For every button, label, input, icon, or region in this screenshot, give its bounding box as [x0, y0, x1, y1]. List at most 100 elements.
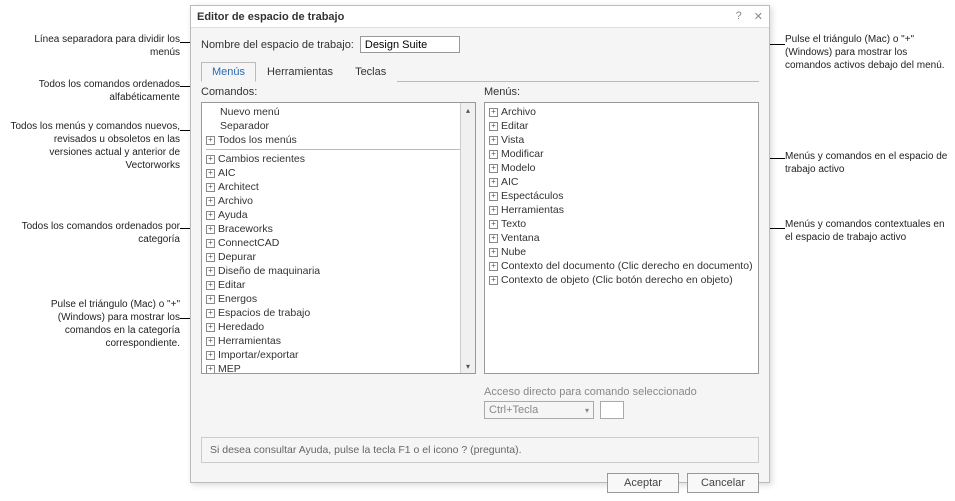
- command-category-item[interactable]: +Importar/exportar: [206, 348, 471, 362]
- command-category-item[interactable]: +Heredado: [206, 320, 471, 334]
- command-top-item[interactable]: Separador: [206, 119, 471, 133]
- command-item-label: ConnectCAD: [218, 237, 279, 249]
- command-category-item[interactable]: +Archivo: [206, 194, 471, 208]
- command-category-item[interactable]: +Ayuda: [206, 208, 471, 222]
- expander-icon[interactable]: +: [206, 239, 215, 248]
- command-item-label: MEP: [218, 363, 241, 373]
- expander-icon[interactable]: +: [206, 183, 215, 192]
- expander-icon[interactable]: +: [489, 108, 498, 117]
- menu-item[interactable]: +Vista: [489, 133, 754, 147]
- menu-item[interactable]: +Modificar: [489, 147, 754, 161]
- command-item-label: Todos los menús: [218, 134, 297, 146]
- context-menu-item[interactable]: +Contexto del documento (Clic derecho en…: [489, 259, 754, 273]
- command-category-item[interactable]: +Editar: [206, 278, 471, 292]
- command-category-item[interactable]: +Braceworks: [206, 222, 471, 236]
- command-category-item[interactable]: +Cambios recientes: [206, 152, 471, 166]
- expander-icon[interactable]: +: [206, 281, 215, 290]
- commands-scrollbar[interactable]: ▴ ▾: [460, 103, 475, 373]
- context-menu-item[interactable]: +Contexto de objeto (Clic botón derecho …: [489, 273, 754, 287]
- dialog-title: Editor de espacio de trabajo: [197, 11, 344, 23]
- expander-icon[interactable]: +: [206, 169, 215, 178]
- command-category-item[interactable]: +Depurar: [206, 250, 471, 264]
- commands-listbox[interactable]: Nuevo menúSeparador+Todos los menús+Camb…: [201, 102, 476, 374]
- shortcut-key-input[interactable]: [600, 401, 624, 419]
- menu-item[interactable]: +Nube: [489, 245, 754, 259]
- expander-icon[interactable]: +: [206, 253, 215, 262]
- menu-item[interactable]: +Texto: [489, 217, 754, 231]
- command-item-label: Architect: [218, 181, 259, 193]
- command-item-label: AIC: [218, 167, 236, 179]
- expander-icon[interactable]: +: [489, 220, 498, 229]
- menu-item-label: Vista: [501, 134, 524, 146]
- command-category-item[interactable]: +ConnectCAD: [206, 236, 471, 250]
- command-item-label: Depurar: [218, 251, 256, 263]
- expander-icon[interactable]: +: [489, 262, 498, 271]
- expander-icon[interactable]: +: [206, 351, 215, 360]
- workspace-editor-dialog: Editor de espacio de trabajo ? ✕ Nombre …: [190, 5, 770, 483]
- expander-icon[interactable]: +: [206, 267, 215, 276]
- expander-icon[interactable]: +: [489, 150, 498, 159]
- expander-icon[interactable]: +: [206, 337, 215, 346]
- expander-icon[interactable]: +: [206, 197, 215, 206]
- combo-value: Ctrl+Tecla: [489, 404, 538, 416]
- menus-listbox[interactable]: +Archivo+Editar+Vista+Modificar+Modelo+A…: [484, 102, 759, 374]
- expander-icon[interactable]: +: [489, 206, 498, 215]
- expander-icon[interactable]: +: [489, 122, 498, 131]
- tab-tools[interactable]: Herramientas: [256, 62, 344, 82]
- expander-icon[interactable]: +: [489, 164, 498, 173]
- expander-icon[interactable]: +: [206, 365, 215, 374]
- menu-item[interactable]: +Espectáculos: [489, 189, 754, 203]
- help-icon[interactable]: ?: [736, 10, 742, 23]
- scroll-up-icon[interactable]: ▴: [461, 103, 475, 117]
- expander-icon[interactable]: +: [206, 225, 215, 234]
- workspace-name-input[interactable]: [360, 36, 460, 53]
- command-category-item[interactable]: +Architect: [206, 180, 471, 194]
- command-category-item[interactable]: +Energos: [206, 292, 471, 306]
- command-item-label: Herramientas: [218, 335, 281, 347]
- expander-icon[interactable]: +: [489, 276, 498, 285]
- command-category-item[interactable]: +Herramientas: [206, 334, 471, 348]
- workspace-name-label: Nombre del espacio de trabajo:: [201, 39, 354, 51]
- menu-item[interactable]: +Editar: [489, 119, 754, 133]
- menu-item[interactable]: +Archivo: [489, 105, 754, 119]
- expander-icon[interactable]: +: [206, 155, 215, 164]
- menu-item[interactable]: +AIC: [489, 175, 754, 189]
- expander-icon[interactable]: +: [206, 309, 215, 318]
- menu-item-label: Modelo: [501, 162, 535, 174]
- expander-icon[interactable]: +: [206, 295, 215, 304]
- command-top-item[interactable]: +Todos los menús: [206, 133, 471, 147]
- command-item-label: Ayuda: [218, 209, 248, 221]
- expander-icon[interactable]: +: [206, 136, 215, 145]
- expander-icon[interactable]: +: [489, 192, 498, 201]
- menu-item[interactable]: +Herramientas: [489, 203, 754, 217]
- command-category-item[interactable]: +MEP: [206, 362, 471, 373]
- command-item-label: Separador: [220, 120, 269, 132]
- expander-icon[interactable]: +: [489, 178, 498, 187]
- titlebar[interactable]: Editor de espacio de trabajo ? ✕: [191, 6, 769, 28]
- shortcut-modifier-combo[interactable]: Ctrl+Tecla ▾: [484, 401, 594, 419]
- command-top-item[interactable]: Nuevo menú: [206, 105, 471, 119]
- scroll-down-icon[interactable]: ▾: [461, 359, 475, 373]
- command-category-item[interactable]: +AIC: [206, 166, 471, 180]
- expander-icon[interactable]: +: [489, 248, 498, 257]
- command-category-item[interactable]: +Espacios de trabajo: [206, 306, 471, 320]
- tab-keys[interactable]: Teclas: [344, 62, 397, 82]
- cancel-button[interactable]: Cancelar: [687, 473, 759, 493]
- expander-icon[interactable]: +: [206, 211, 215, 220]
- command-category-item[interactable]: +Diseño de maquinaria: [206, 264, 471, 278]
- menu-item[interactable]: +Modelo: [489, 161, 754, 175]
- menu-item-label: Espectáculos: [501, 190, 563, 202]
- command-item-label: Braceworks: [218, 223, 273, 235]
- menu-item-label: Herramientas: [501, 204, 564, 216]
- menu-item[interactable]: +Ventana: [489, 231, 754, 245]
- expander-icon[interactable]: +: [489, 234, 498, 243]
- accept-button[interactable]: Aceptar: [607, 473, 679, 493]
- menus-label: Menús:: [484, 86, 759, 98]
- chevron-down-icon: ▾: [585, 406, 589, 415]
- expander-icon[interactable]: +: [489, 136, 498, 145]
- menu-item-label: Modificar: [501, 148, 544, 160]
- tab-menus[interactable]: Menús: [201, 62, 256, 82]
- close-icon[interactable]: ✕: [754, 10, 763, 23]
- expander-icon[interactable]: +: [206, 323, 215, 332]
- command-item-label: Diseño de maquinaria: [218, 265, 320, 277]
